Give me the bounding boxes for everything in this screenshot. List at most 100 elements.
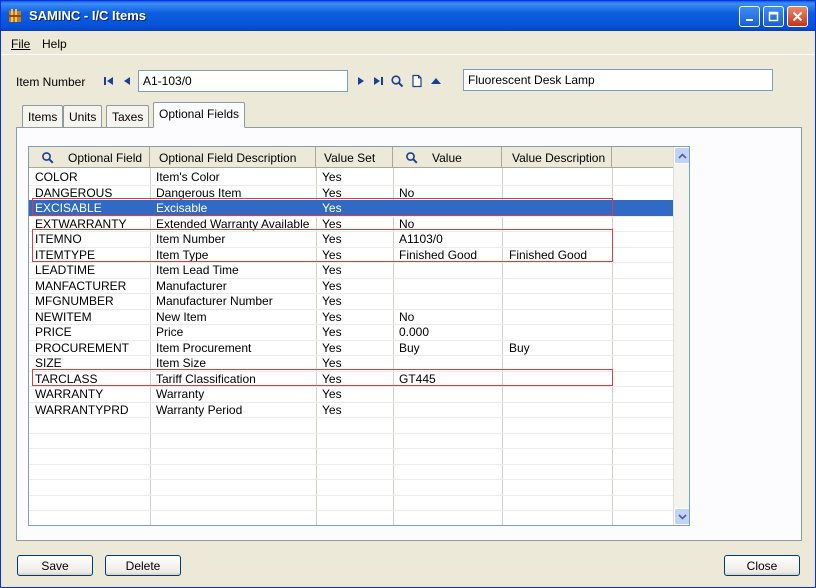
table-row[interactable]: DANGEROUS Dangerous Item Yes No [29,185,673,201]
table-cell: Yes [322,325,342,339]
table-cell: DANGEROUS [35,185,113,200]
table-row[interactable]: WARRANTYPRD Warranty Period Yes [29,402,673,418]
row-divider [29,432,673,434]
header-optional-field[interactable]: Optional Field [29,147,150,168]
table-row[interactable]: PROCUREMENT Item Procurement Yes Buy Buy [29,340,673,356]
table-cell: NEWITEM [35,309,92,324]
row-divider [29,479,673,480]
zoom-up-icon[interactable] [429,74,443,88]
vertical-scrollbar[interactable] [673,147,689,525]
table-cell: PRICE [35,325,72,339]
header-value-description[interactable]: Value Description [502,147,612,168]
chevron-down-icon [678,513,687,520]
table-cell: ITEMNO [35,232,82,246]
table-row[interactable]: LEADTIME Item Lead Time Yes [29,262,673,278]
table-cell: 0.000 [399,325,430,339]
table-row[interactable]: ITEMNO Item Number Yes A1103/0 [29,231,673,247]
table-row[interactable]: COLOR Item's Color Yes [29,169,673,185]
table-row[interactable]: WARRANTY Warranty Yes [29,386,673,402]
table-row[interactable]: PRICE Price Yes 0.000 [29,324,673,340]
save-button[interactable]: Save [17,555,93,576]
new-document-icon[interactable] [410,74,424,88]
table-cell: Buy [509,340,530,355]
last-record-icon[interactable] [371,74,385,88]
title-bar[interactable]: SAMINC - I/C Items [1,1,815,31]
table-cell: Excisable [156,201,208,215]
table-row[interactable]: MANFACTURER Manufacturer Yes [29,278,673,294]
table-row[interactable]: SIZE Item Size Yes [29,355,673,371]
table-row[interactable]: MFGNUMBER Manufacturer Number Yes [29,293,673,309]
table-cell: Yes [322,294,342,308]
tab-taxes[interactable]: Taxes [106,105,150,127]
table-cell: SIZE [35,356,62,370]
table-cell: Item Procurement [156,340,252,355]
table-cell: Yes [322,387,342,401]
table-cell: Yes [322,356,342,370]
tab-units[interactable]: Units [63,105,103,127]
table-cell: Yes [322,309,342,324]
table-cell: New Item [156,309,207,324]
table-cell: EXTWARRANTY [35,216,127,231]
search-icon[interactable] [41,151,54,164]
scroll-up-button[interactable] [674,147,689,164]
close-icon [792,11,803,22]
table-row[interactable]: EXCISABLE Excisable Yes [29,200,673,216]
table-cell: Item Number [156,232,226,246]
next-record-icon[interactable] [354,74,368,88]
previous-record-icon[interactable] [120,74,134,88]
header-value-set[interactable]: Value Set [316,147,393,168]
close-button[interactable]: Close [724,555,800,576]
table-cell: Tariff Classification [156,371,256,386]
header-value[interactable]: Value [393,147,502,168]
close-window-button[interactable] [787,6,808,27]
table-cell: Yes [322,201,342,215]
optional-fields-grid[interactable]: Optional Field Optional Field Descriptio… [28,146,690,526]
finder-icon[interactable] [390,74,404,88]
table-cell: Item Size [156,356,207,370]
minimize-icon [746,19,753,21]
table-cell: WARRANTY [35,387,104,401]
row-divider [29,526,673,527]
menu-file[interactable]: File [11,37,30,51]
table-row[interactable]: ITEMTYPE Item Type Yes Finished Good Finishe… [29,247,673,263]
table-cell: ITEMTYPE [35,247,96,262]
maximize-button[interactable] [763,6,784,27]
table-cell: Price [156,325,184,339]
table-cell: WARRANTYPRD [35,402,129,417]
row-divider [29,494,673,496]
table-cell: Dangerous Item [156,185,242,200]
item-description-field[interactable]: Fluorescent Desk Lamp [463,69,773,91]
tab-optional-fields[interactable]: Optional Fields [153,102,246,128]
chevron-up-icon [678,152,687,159]
table-cell: Yes [322,216,342,231]
search-icon[interactable] [405,151,418,164]
table-cell: TARCLASS [35,371,98,386]
menu-help[interactable]: Help [42,37,67,51]
table-cell: Manufacturer [156,278,227,293]
minimize-button[interactable] [739,6,760,27]
table-cell: Buy [399,340,420,355]
table-row[interactable]: NEWITEM New Item Yes No [29,309,673,325]
table-cell: Finished Good [399,247,478,262]
table-cell: Yes [322,402,342,417]
table-cell: Yes [322,263,342,277]
first-record-icon[interactable] [102,74,116,88]
menu-bar: File Help [1,31,815,55]
delete-button[interactable]: Delete [105,555,181,576]
tab-items[interactable]: Items [22,105,64,127]
table-cell: Yes [322,247,342,262]
table-row[interactable]: TARCLASS Tariff Classification Yes GT445 [29,371,673,387]
table-row[interactable]: EXTWARRANTY Extended Warranty Available Ye… [29,216,673,232]
app-window: SAMINC - I/C Items File Help Item Number… [0,0,816,588]
item-number-field[interactable]: A1-103/0 [138,70,348,92]
scroll-down-button[interactable] [674,508,689,525]
table-cell: Yes [322,185,342,200]
table-cell: COLOR [35,170,78,184]
header-optional-field-description[interactable]: Optional Field Description [150,147,316,168]
row-divider [29,510,673,511]
table-cell: MFGNUMBER [35,294,114,308]
table-cell: EXCISABLE [35,201,102,215]
table-cell: Warranty [156,387,205,401]
table-cell: Yes [322,278,342,293]
table-cell: PROCUREMENT [35,340,130,355]
